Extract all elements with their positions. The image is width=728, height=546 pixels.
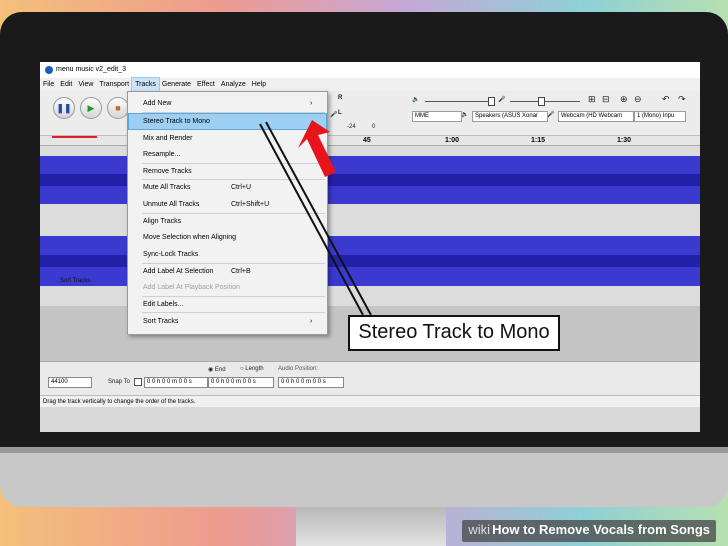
watermark-title: to Remove Vocals from Songs [519, 522, 710, 537]
annotation-overlay [259, 120, 372, 316]
screen: menu music v2_edit_3 File Edit View Transpo… [40, 62, 700, 432]
callout-label: Stereo Track to Mono [348, 315, 560, 351]
monitor-stand [296, 507, 446, 546]
watermark-how: How [492, 522, 520, 537]
watermark-wiki: wiki [468, 522, 491, 537]
watermark: wiki How to Remove Vocals from Songs [462, 520, 716, 542]
red-arrow-icon [298, 120, 336, 177]
monitor-frame: menu music v2_edit_3 File Edit View Transpo… [0, 12, 728, 474]
monitor-chin [0, 447, 728, 507]
callout-pointer [259, 123, 364, 316]
